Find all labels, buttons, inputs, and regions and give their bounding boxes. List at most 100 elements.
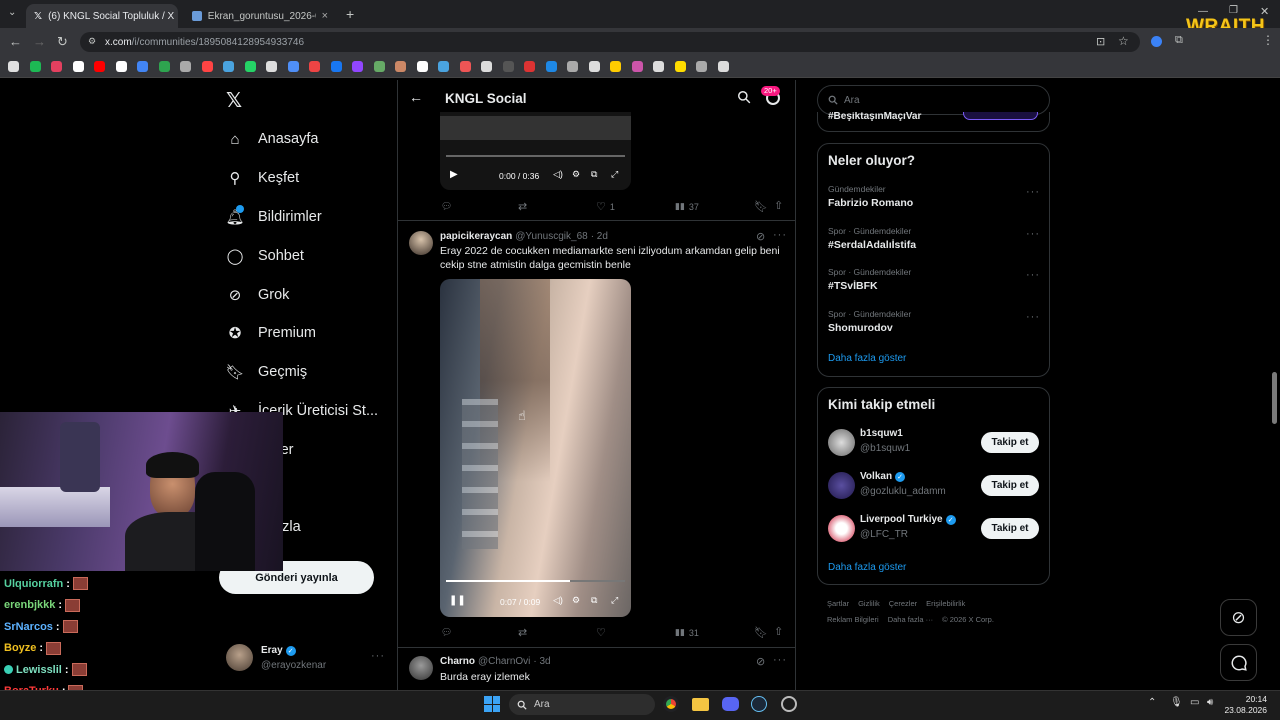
views-button[interactable]: ▮▮ 31 [675,627,699,638]
author-name[interactable]: Charno [440,656,475,667]
grok-icon[interactable]: ⊘ [756,230,765,243]
share-button[interactable]: ⇧ [774,625,783,638]
author-handle[interactable]: @Yunuscgik_68 [515,231,587,242]
search-icon[interactable] [737,90,751,104]
bookmark-shortcut-icon[interactable] [330,61,342,72]
bookmark-shortcut-icon[interactable] [567,61,578,72]
footer-link[interactable]: Çerezler [889,599,917,608]
more-icon[interactable]: ··· [773,654,787,666]
app-icon[interactable] [781,696,797,712]
trend-name[interactable]: Shomurodov [828,322,893,334]
bookmark-shortcut-icon[interactable] [459,61,471,72]
tweet-time[interactable]: · 2d [591,231,608,242]
show-more-link[interactable]: Daha fazla göster [828,353,906,364]
footer-link[interactable]: Gizlilik [858,599,880,608]
follow-button[interactable]: Takip et [981,518,1039,539]
tab-list-chevron-icon[interactable]: ⌄ [8,7,16,18]
bookmark-shortcut-icon[interactable] [524,61,535,72]
sidebar-item-1[interactable]: ⌂ Anasayfa [226,124,318,154]
tab-screenshot[interactable]: Ekran_goruntusu_2026-08-22_ × [184,4,336,28]
play-icon[interactable]: ▶ [450,169,458,180]
more-icon[interactable]: ··· [1026,311,1040,323]
video-player[interactable]: ▶ 0:00 / 0:36 ◁) ⚙ ⧉ ⤢ [440,112,631,190]
x-logo-icon[interactable]: 𝕏 [226,88,242,113]
like-button[interactable]: ♡ 1 [596,200,615,213]
windows-start-icon[interactable] [484,696,500,712]
volume-icon[interactable]: 🔊︎ [1207,697,1213,708]
trend-name[interactable]: #SerdalAdalıİstifa [828,239,916,251]
bookmark-button[interactable]: 🔖︎ [754,626,768,639]
pip-icon[interactable]: ⧉ [591,595,597,606]
video-settings-icon[interactable]: ⚙ [572,595,580,606]
user-name[interactable]: Liverpool Turkiye [860,514,943,525]
fullscreen-icon[interactable]: ⤢ [611,169,618,180]
extension-icon[interactable] [1151,36,1162,47]
avatar[interactable] [828,515,855,542]
footer-link[interactable]: Daha fazla ··· [888,615,933,624]
bookmark-shortcut-icon[interactable] [481,61,492,72]
footer-link[interactable]: Reklam Bilgileri [827,615,879,624]
video-player[interactable]: ❚❚ 0:07 / 0:09 ◁) ⚙ ⧉ ⤢ [440,279,631,617]
install-icon[interactable]: ⊡ [1096,35,1105,48]
pause-icon[interactable]: ❚❚ [449,595,466,606]
site-info-icon[interactable]: ⚙ [88,36,96,47]
bookmark-shortcut-icon[interactable] [244,61,256,72]
bookmark-shortcut-icon[interactable] [29,61,41,72]
bookmark-shortcut-icon[interactable] [502,61,514,72]
reply-button[interactable]: 💬︎ [441,201,452,212]
author-name[interactable]: papicikeraycan [440,231,512,242]
forward-icon[interactable]: → [33,34,46,49]
views-button[interactable]: ▮▮ 37 [675,201,699,212]
bookmark-shortcut-icon[interactable] [545,61,557,72]
bookmark-shortcut-icon[interactable] [309,61,320,72]
search-input[interactable]: Ara [817,85,1050,115]
puzzle-icon[interactable]: ⧉ [1175,34,1183,47]
avatar[interactable] [828,472,855,499]
trend-name[interactable]: #TSvİBFK [828,280,878,292]
like-button[interactable]: ♡ [596,626,606,639]
sidebar-item-3[interactable]: 🔔︎ Bildirimler [225,202,322,232]
avatar[interactable] [409,656,433,680]
bookmark-shortcut-icon[interactable] [266,61,277,72]
star-icon[interactable]: ☆ [1118,34,1129,48]
tab-kngl-social[interactable]: 𝕏 (6) KNGL Social Topluluk / X 🔊 × [26,4,178,28]
tweet-time[interactable]: · 3d [533,656,550,667]
more-icon[interactable]: ··· [1026,186,1040,198]
bookmark-shortcut-icon[interactable] [158,61,170,72]
avatar[interactable] [409,231,433,255]
bookmark-shortcut-icon[interactable] [51,61,62,72]
bookmark-shortcut-icon[interactable] [72,61,84,72]
show-more-link[interactable]: Daha fazla göster [828,562,906,573]
bookmark-shortcut-icon[interactable] [631,61,643,72]
fullscreen-icon[interactable]: ⤢ [611,595,618,606]
bookmark-shortcut-icon[interactable] [696,61,707,72]
share-button[interactable]: ⇧ [774,199,783,212]
follow-button[interactable]: Takip et [981,432,1039,453]
discord-icon[interactable] [722,697,739,711]
footer-link[interactable]: Erişilebilirlik [926,599,965,608]
more-icon[interactable]: ··· [371,650,385,662]
bookmark-shortcut-icon[interactable] [94,61,105,72]
bookmark-shortcut-icon[interactable] [653,61,664,72]
video-progress-track[interactable] [446,155,625,157]
tab-close-icon[interactable]: × [322,10,328,22]
author-handle[interactable]: @CharnOvi [478,656,530,667]
back-icon[interactable]: ← [409,89,423,105]
grok-fab[interactable]: ⊘ [1220,599,1257,636]
bookmark-shortcut-icon[interactable] [352,61,363,72]
sidebar-item-5[interactable]: ⊘ Grok [226,280,290,310]
more-icon[interactable]: ··· [773,229,787,241]
restore-icon[interactable]: ❐ [1229,5,1238,16]
menu-icon[interactable]: ⋮ [1262,33,1274,47]
messages-fab[interactable] [1220,644,1257,681]
bookmark-shortcut-icon[interactable] [137,61,148,72]
bookmark-shortcut-icon[interactable] [8,61,19,72]
more-icon[interactable]: ··· [1026,269,1040,281]
steam-icon[interactable] [751,696,767,712]
bookmark-shortcut-icon[interactable] [395,61,406,72]
bookmark-shortcut-icon[interactable] [115,61,127,72]
clock-date[interactable]: 23.08.2026 [1222,705,1267,715]
repost-button[interactable]: ⇄ [518,200,527,213]
chrome-icon[interactable] [663,696,679,712]
bookmark-shortcut-icon[interactable] [674,61,686,72]
